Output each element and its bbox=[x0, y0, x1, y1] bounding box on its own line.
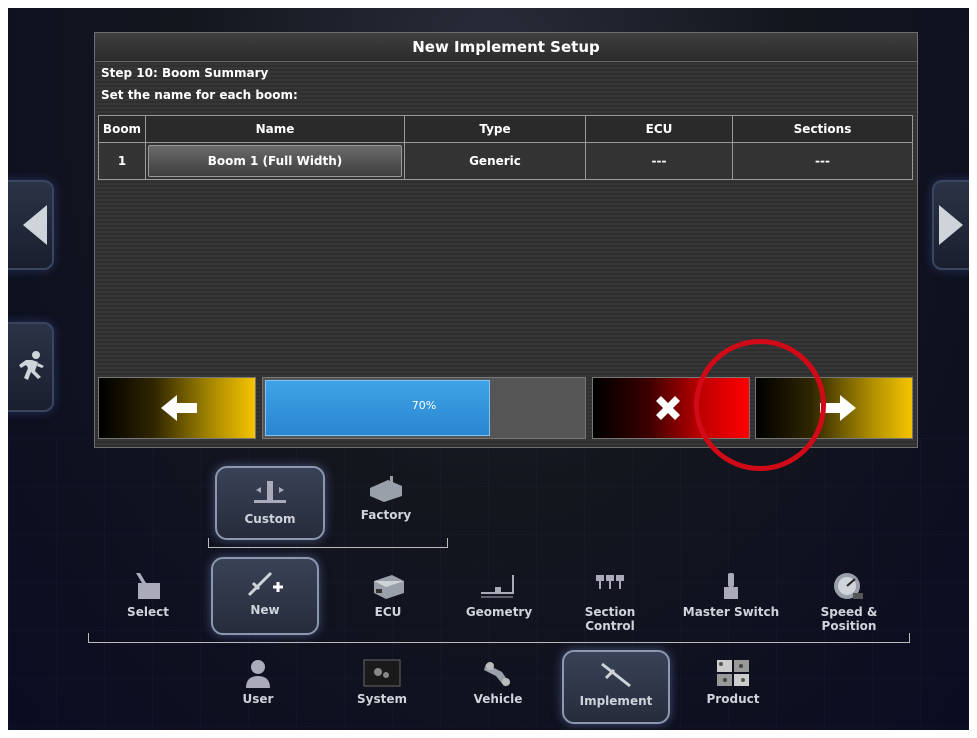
system-icon bbox=[360, 658, 404, 688]
boom-name-cell: Boom 1 (Full Width) bbox=[145, 142, 405, 180]
back-button[interactable] bbox=[98, 377, 256, 439]
arrow-left-icon bbox=[23, 205, 47, 245]
implement-menu-bracket bbox=[88, 633, 910, 643]
menu-new-button[interactable]: New bbox=[211, 557, 319, 635]
menu-implement-label: Implement bbox=[579, 694, 653, 708]
exit-button[interactable] bbox=[8, 322, 54, 412]
table-header-row: Boom Name Type ECU Sections bbox=[98, 115, 913, 143]
submenu-bracket bbox=[208, 538, 448, 548]
menu-section-control-button[interactable]: Section Control bbox=[560, 571, 660, 633]
menu-vehicle-label: Vehicle bbox=[473, 692, 523, 706]
menu-user-button[interactable]: User bbox=[208, 658, 308, 706]
x-icon bbox=[656, 396, 680, 420]
running-man-icon bbox=[19, 351, 44, 380]
arrow-left-icon bbox=[161, 395, 197, 421]
column-header-boom: Boom bbox=[98, 115, 146, 143]
submenu-factory-label: Factory bbox=[360, 508, 412, 522]
implement-icon bbox=[594, 660, 638, 690]
step-label: Step 10: Boom Summary bbox=[101, 66, 269, 80]
menu-new-label: New bbox=[250, 603, 280, 617]
menu-speed-position-label: Speed & Position bbox=[820, 605, 878, 633]
boom-number-cell: 1 bbox=[98, 142, 146, 180]
menu-select-button[interactable]: Select bbox=[98, 571, 198, 619]
table-row: 1 Boom 1 (Full Width) Generic --- --- bbox=[98, 142, 913, 180]
menu-ecu-button[interactable]: ECU bbox=[338, 571, 438, 619]
menu-section-control-label: Section Control bbox=[584, 605, 636, 633]
boom-name-button[interactable]: Boom 1 (Full Width) bbox=[148, 145, 402, 177]
master-switch-icon bbox=[709, 571, 753, 601]
speed-position-icon bbox=[827, 571, 871, 601]
column-header-sections: Sections bbox=[732, 115, 913, 143]
product-icon bbox=[711, 658, 755, 688]
ecu-icon bbox=[366, 571, 410, 601]
progress-bar: 70% bbox=[262, 377, 586, 439]
previous-page-button[interactable] bbox=[8, 180, 54, 270]
menu-product-label: Product bbox=[706, 692, 760, 706]
new-implement-icon bbox=[243, 569, 287, 599]
menu-product-button[interactable]: Product bbox=[683, 658, 783, 706]
menu-vehicle-button[interactable]: Vehicle bbox=[448, 658, 548, 706]
column-header-ecu: ECU bbox=[585, 115, 733, 143]
column-header-type: Type bbox=[404, 115, 586, 143]
custom-boom-icon bbox=[248, 478, 292, 508]
menu-geometry-label: Geometry bbox=[465, 605, 533, 619]
menu-speed-position-button[interactable]: Speed & Position bbox=[799, 571, 899, 633]
menu-implement-button[interactable]: Implement bbox=[562, 650, 670, 724]
factory-icon bbox=[364, 474, 408, 504]
boom-table: Boom Name Type ECU Sections 1 Boom 1 (Fu… bbox=[98, 115, 913, 180]
arrow-right-icon bbox=[939, 205, 963, 245]
boom-sections-cell: --- bbox=[732, 142, 913, 180]
boom-type-cell: Generic bbox=[404, 142, 586, 180]
submenu-custom-button[interactable]: Custom bbox=[215, 466, 325, 540]
menu-select-label: Select bbox=[127, 605, 169, 619]
menu-master-switch-label: Master Switch bbox=[682, 605, 780, 619]
menu-user-label: User bbox=[242, 692, 274, 706]
highlight-circle-annotation bbox=[694, 339, 826, 471]
menu-system-label: System bbox=[357, 692, 407, 706]
submenu-custom-label: Custom bbox=[244, 512, 296, 526]
screen: New Implement Setup Step 10: Boom Summar… bbox=[8, 8, 969, 730]
boom-ecu-cell: --- bbox=[585, 142, 733, 180]
geometry-icon bbox=[477, 571, 521, 601]
menu-system-button[interactable]: System bbox=[332, 658, 432, 706]
submenu-factory-button[interactable]: Factory bbox=[336, 474, 436, 522]
menu-geometry-button[interactable]: Geometry bbox=[449, 571, 549, 619]
user-icon bbox=[236, 658, 280, 688]
section-control-icon bbox=[588, 571, 632, 601]
dialog-title: New Implement Setup bbox=[95, 33, 917, 62]
progress-label: 70% bbox=[411, 399, 437, 412]
column-header-name: Name bbox=[145, 115, 405, 143]
menu-master-switch-button[interactable]: Master Switch bbox=[681, 571, 781, 619]
menu-ecu-label: ECU bbox=[374, 605, 402, 619]
select-icon bbox=[126, 571, 170, 601]
vehicle-icon bbox=[476, 658, 520, 688]
next-page-button[interactable] bbox=[932, 180, 969, 270]
instruction-label: Set the name for each boom: bbox=[101, 88, 298, 102]
